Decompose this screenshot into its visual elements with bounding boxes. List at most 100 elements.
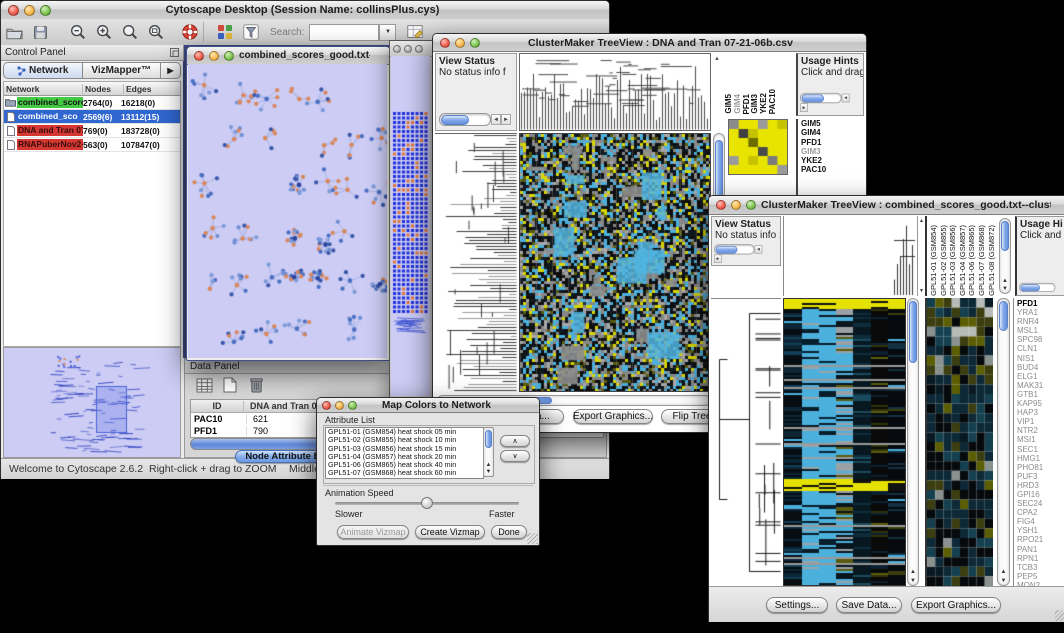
scroll-down-icon[interactable]: ▼ bbox=[1000, 286, 1010, 292]
tv1-heatmap-canvas[interactable] bbox=[520, 134, 710, 391]
tv2-save-data-button[interactable]: Save Data... bbox=[836, 597, 902, 613]
gene-label[interactable]: HRD3 bbox=[1017, 481, 1064, 490]
scroll-right-icon[interactable]: ► bbox=[501, 114, 511, 125]
network-canvas[interactable] bbox=[188, 64, 387, 358]
tv1-row-label[interactable]: GIM5 bbox=[801, 119, 864, 128]
tab-more-button[interactable]: ▶ bbox=[161, 62, 181, 79]
gene-label[interactable]: SEC1 bbox=[1017, 445, 1064, 454]
gene-label[interactable]: NTR2 bbox=[1017, 426, 1064, 435]
dense-network-canvas[interactable] bbox=[391, 56, 430, 396]
window-controls[interactable] bbox=[8, 5, 56, 16]
hidden-network-canvas-area[interactable] bbox=[391, 56, 430, 396]
move-down-button[interactable]: ∨ bbox=[500, 450, 530, 462]
filter-icon[interactable] bbox=[240, 22, 262, 42]
scrollbar-thumb[interactable] bbox=[1020, 284, 1040, 291]
network-overview-panel[interactable] bbox=[3, 347, 181, 458]
gene-label[interactable]: RNR4 bbox=[1017, 317, 1064, 326]
network-canvas-area[interactable] bbox=[188, 64, 387, 358]
gene-label[interactable]: PUF3 bbox=[1017, 472, 1064, 481]
tv1-zoom-matrix[interactable] bbox=[728, 119, 788, 175]
table-row[interactable]: combined_sco2569(6)13112(15) bbox=[4, 110, 180, 124]
slider-thumb[interactable] bbox=[421, 497, 433, 509]
animate-vizmap-button[interactable]: Animate Vizmap bbox=[337, 525, 409, 539]
gene-label[interactable]: RPO21 bbox=[1017, 535, 1064, 544]
help-lifebuoy-icon[interactable] bbox=[179, 22, 201, 42]
tv1-row-label[interactable]: PAC10 bbox=[801, 165, 864, 174]
search-dropdown-icon[interactable]: ▼ bbox=[379, 24, 396, 41]
gene-label[interactable]: KAP95 bbox=[1017, 399, 1064, 408]
tv2-global-heatmap[interactable] bbox=[783, 298, 906, 586]
zoom-in-icon[interactable] bbox=[93, 22, 115, 42]
gene-label[interactable]: CPA2 bbox=[1017, 508, 1064, 517]
tv1-zoom-matrix-canvas[interactable] bbox=[729, 120, 787, 174]
tv2-zoom-heatmap-canvas[interactable] bbox=[927, 298, 993, 586]
col-network[interactable]: Network bbox=[4, 84, 83, 94]
tv2-heatmap-canvas[interactable] bbox=[784, 299, 905, 585]
window-controls[interactable] bbox=[322, 401, 362, 410]
tv1-col-dendrogram-canvas[interactable] bbox=[520, 54, 710, 130]
close-icon[interactable] bbox=[440, 38, 450, 48]
gene-label[interactable]: RPN1 bbox=[1017, 554, 1064, 563]
attribute-list-scrollbar[interactable]: ▲ ▼ bbox=[483, 427, 494, 477]
vizmapper-icon[interactable] bbox=[214, 22, 236, 42]
tv2-export-graphics-button[interactable]: Export Graphics... bbox=[911, 597, 1001, 613]
move-up-button[interactable]: ∧ bbox=[500, 435, 530, 447]
gene-label[interactable]: MAK31 bbox=[1017, 381, 1064, 390]
minimize-icon[interactable] bbox=[335, 401, 344, 410]
scroll-up-icon[interactable]: ▲ bbox=[484, 462, 493, 468]
tv1-row-dendrogram[interactable] bbox=[435, 133, 517, 394]
resize-grip[interactable] bbox=[527, 533, 538, 544]
close-icon[interactable] bbox=[716, 200, 726, 210]
animation-speed-slider[interactable] bbox=[335, 502, 519, 505]
scrollbar-track[interactable] bbox=[800, 93, 842, 103]
scrollbar-thumb[interactable] bbox=[909, 301, 917, 363]
gene-label[interactable]: SPC98 bbox=[1017, 335, 1064, 344]
scroll-up-icon[interactable]: ▲ bbox=[714, 56, 720, 62]
scroll-left-icon[interactable]: ◄ bbox=[755, 245, 763, 254]
scroll-up-icon[interactable]: ▲ bbox=[918, 218, 925, 224]
tv1-usage-scrollbar[interactable]: ◄► bbox=[800, 93, 850, 112]
tv2-col-scroll-strip[interactable]: ▲ ▼ bbox=[917, 216, 925, 296]
tv2-col-labels-scrollbar[interactable]: ▲ ▼ bbox=[999, 218, 1011, 294]
tv1-status-scrollbar[interactable]: ◄► bbox=[439, 113, 511, 126]
minimize-icon[interactable] bbox=[455, 38, 465, 48]
tv2-usage-scrollbar[interactable] bbox=[1019, 283, 1055, 292]
gene-label[interactable]: PAN1 bbox=[1017, 545, 1064, 554]
gene-label[interactable]: VIP1 bbox=[1017, 417, 1064, 426]
zoom-window-icon[interactable] bbox=[348, 401, 357, 410]
attribute-list[interactable]: GPL51-01 (GSM854) heat shock 05 minGPL51… bbox=[325, 427, 484, 479]
gene-label[interactable]: GPI16 bbox=[1017, 490, 1064, 499]
gene-label[interactable]: GTB1 bbox=[1017, 390, 1064, 399]
scroll-right-icon[interactable]: ► bbox=[714, 254, 722, 263]
tv2-col-dendrogram[interactable] bbox=[783, 216, 917, 296]
scrollbar-thumb[interactable] bbox=[999, 301, 1008, 331]
scroll-up-icon[interactable]: ▲ bbox=[908, 569, 918, 575]
scroll-right-icon[interactable]: ► bbox=[800, 103, 808, 112]
attr-col-id[interactable]: ID bbox=[191, 401, 244, 411]
tv1-row-dendrogram-canvas[interactable] bbox=[435, 134, 517, 393]
gene-label[interactable]: YSH1 bbox=[1017, 526, 1064, 535]
scrollbar-track[interactable] bbox=[714, 244, 755, 254]
minimize-icon[interactable] bbox=[24, 5, 35, 16]
tab-network[interactable]: Network bbox=[3, 62, 83, 79]
gene-label[interactable]: NIS1 bbox=[1017, 354, 1064, 363]
close-icon[interactable] bbox=[322, 401, 331, 410]
attribute-table-icon[interactable] bbox=[193, 375, 215, 395]
minimize-icon[interactable] bbox=[404, 45, 412, 53]
scroll-left-icon[interactable]: ◄ bbox=[491, 114, 501, 125]
zoom-selected-icon[interactable] bbox=[145, 22, 167, 42]
col-edges[interactable]: Edges bbox=[124, 84, 180, 94]
create-vizmap-button[interactable]: Create Vizmap bbox=[415, 525, 485, 539]
scrollbar-thumb[interactable] bbox=[485, 430, 492, 448]
col-nodes[interactable]: Nodes bbox=[83, 84, 124, 94]
zoom-out-icon[interactable] bbox=[67, 22, 89, 42]
minimize-icon[interactable] bbox=[731, 200, 741, 210]
scroll-down-icon[interactable]: ▼ bbox=[998, 578, 1009, 584]
tv1-col-dendrogram[interactable] bbox=[519, 53, 711, 131]
tv1-row-label[interactable]: GIM4 bbox=[801, 128, 864, 137]
close-icon[interactable] bbox=[8, 5, 19, 16]
new-attribute-icon[interactable] bbox=[219, 375, 241, 395]
attribute-editor-icon[interactable] bbox=[404, 22, 426, 42]
scrollbar-thumb[interactable] bbox=[802, 94, 824, 102]
delete-attribute-icon[interactable] bbox=[245, 375, 267, 395]
